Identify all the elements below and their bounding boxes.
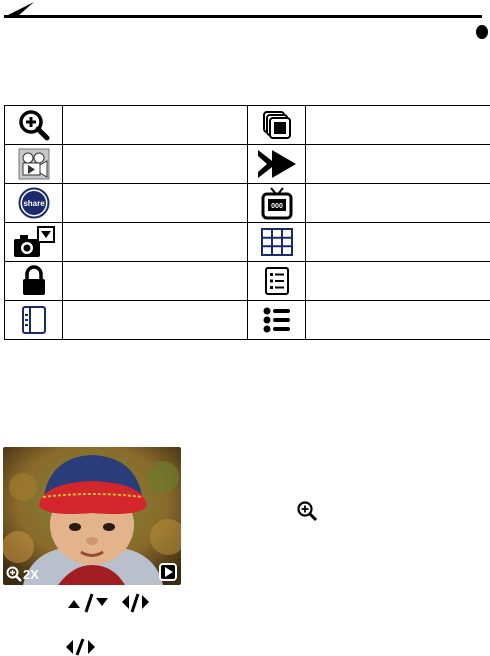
table-row [4, 222, 490, 262]
info-list-icon [264, 267, 289, 295]
description-cell [305, 222, 490, 262]
description-cell [62, 183, 248, 223]
description-cell [62, 222, 248, 262]
zoom-level-label: 2X [23, 566, 39, 582]
camera-dropdown-icon [13, 226, 55, 257]
description-cell [62, 300, 248, 340]
magnify-icon [6, 566, 22, 582]
video-play-icon [18, 148, 49, 180]
share-icon: share [18, 187, 49, 219]
icon-cell [4, 105, 63, 145]
child-portrait-image [3, 447, 181, 585]
camera-lcd-photo: 2X [3, 447, 181, 585]
bullet-list-icon [263, 307, 290, 333]
left-right-arrows-icon [66, 638, 95, 656]
description-cell [62, 261, 248, 301]
description-cell [305, 261, 490, 301]
icon-cell [247, 261, 306, 301]
magnify-icon [297, 501, 318, 522]
table-row [4, 105, 490, 145]
svg-text:share: share [23, 199, 45, 208]
picture-info-icon [21, 306, 46, 334]
grid-thumbnails-icon [260, 228, 293, 256]
fast-forward-icon [257, 150, 296, 178]
tv-slideshow-icon: 000 [261, 187, 292, 220]
review-icon [159, 563, 177, 581]
description-cell [62, 105, 248, 145]
magnify-icon [18, 110, 49, 141]
description-cell [305, 105, 490, 145]
description-cell [62, 144, 248, 184]
icon-cell [247, 105, 306, 145]
table-row: share 000 [4, 183, 490, 223]
table-row [4, 261, 490, 301]
icon-cell [247, 300, 306, 340]
header-rule [4, 2, 488, 39]
zoom-badge: 2X [6, 566, 39, 582]
icon-cell [247, 144, 306, 184]
table-row [4, 144, 490, 184]
arrow-keys-icon [68, 593, 149, 613]
icon-cell [4, 144, 63, 184]
icon-cell [4, 261, 63, 301]
icon-table: share 000 [4, 105, 490, 340]
description-cell [305, 144, 490, 184]
table-row [4, 300, 490, 340]
icon-cell [4, 300, 63, 340]
description-cell [305, 300, 490, 340]
icon-cell: share [4, 183, 63, 223]
svg-text:000: 000 [271, 203, 283, 210]
lock-icon [22, 265, 45, 295]
icon-cell [4, 222, 63, 262]
description-cell [305, 183, 490, 223]
icon-cell: 000 [247, 183, 306, 223]
icon-cell [247, 222, 306, 262]
multi-image-icon [262, 111, 291, 139]
